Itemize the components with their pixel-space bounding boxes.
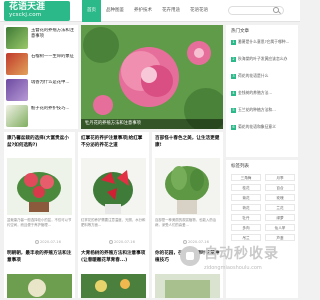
hot-article-title[interactable]: 菊花的花语和象征意义 — [238, 124, 276, 129]
sidebar-item-title: 瑞香为什么是花中... — [31, 80, 70, 85]
article-summary: 盆栽康乃馨一般选择较小的盆，不仅可以节约空间，而且便于养护管理... — [7, 218, 72, 227]
hot-article-item[interactable]: 6 菊花的花语和象征意义 — [231, 124, 295, 130]
article-image[interactable] — [81, 274, 146, 298]
article-image[interactable] — [7, 158, 72, 215]
peony-image — [81, 25, 223, 129]
article-card[interactable]: 康乃馨盆栽的选择(大富贵盆小盆?如何选购?) 盆栽康乃馨一般选择较小的盆，不仅可… — [4, 132, 75, 298]
hero-caption[interactable]: 牡丹花的养殖方法和注意事项 — [81, 119, 223, 129]
site-header: 花语天涯 ycsckj.com 首页 品种图鉴 养护技术 花卉用途 花语花语 — [0, 0, 300, 22]
article-image[interactable] — [155, 158, 220, 215]
article-title[interactable]: 百部怪十春色之美，让生活更健康! — [155, 135, 220, 157]
sidebar-item-title: 石榴树——生命的象征 — [31, 54, 74, 59]
sidebar-thumb — [6, 79, 28, 101]
sidebar-item-title: 栀子花的养护技巧... — [31, 106, 70, 111]
sidebar-item[interactable]: 石榴树——生命的象征 — [6, 51, 76, 77]
article-date: 2020-07-16 — [114, 240, 135, 244]
hot-article-title[interactable]: 秋海棠的叶子发黄应该怎么办 — [238, 56, 287, 61]
tag-item[interactable]: 三角梅 — [231, 174, 261, 181]
tag-item[interactable]: 百合 — [265, 184, 295, 191]
article-summary: 红掌花的养护需要注意温度、光照、水分和肥料等方面... — [81, 218, 146, 227]
hot-article-title[interactable]: 番薯是什么意思?它属于哪种... — [238, 39, 289, 44]
clock-icon — [109, 240, 113, 244]
logo-subtext: ycsckj.com — [9, 12, 42, 18]
hot-article-title[interactable]: 荷花的花语是什么 — [238, 73, 268, 78]
watermark: 自动秒收录 zidongmiaoshoulu.com — [180, 240, 300, 285]
article-title[interactable]: 大青杨树的养殖方法和注意事项(让春暖雕花草青春...) — [81, 250, 146, 272]
site-logo[interactable]: 花语天涯 ycsckj.com — [4, 1, 70, 21]
tag-item[interactable]: 玫瑰 — [265, 194, 295, 201]
tag-item[interactable]: 月季 — [265, 174, 295, 181]
sidebar-list: 玉簪花的养殖方法和注意事项 石榴树——生命的象征 瑞香为什么是花中... 栀子花… — [4, 25, 78, 129]
nav-item-uses[interactable]: 花卉用途 — [157, 0, 185, 22]
rank-badge: 4 — [231, 91, 236, 96]
tag-item[interactable]: 荷花 — [231, 204, 261, 211]
hot-article-title[interactable]: 金钱树的养殖方法... — [238, 90, 272, 95]
nav-item-varieties[interactable]: 品种图鉴 — [101, 0, 129, 22]
clock-icon — [35, 240, 39, 244]
hot-articles-panel: 热门文章 1 番薯是什么意思?它属于哪种... 2 秋海棠的叶子发黄应该怎么办 3荷… — [226, 25, 298, 157]
hot-article-item[interactable]: 2 秋海棠的叶子发黄应该怎么办 — [231, 56, 295, 62]
search-icon[interactable] — [273, 7, 279, 13]
article-summary: 百部是一种美丽的观赏植物，也能入药治病，深受人们的喜爱... — [155, 218, 217, 227]
rank-badge: 6 — [231, 125, 236, 130]
tag-item[interactable]: 绿萝 — [265, 214, 295, 221]
tag-item[interactable]: 菊花 — [231, 194, 261, 201]
watermark-subtext: zidongmiaoshoulu.com — [204, 265, 262, 271]
article-date: 2020-07-16 — [40, 240, 61, 244]
article-title[interactable]: 康乃馨盆栽的选择(大富贵盆小盆?如何选购?) — [7, 135, 72, 157]
hot-article-item[interactable]: 1 番薯是什么意思?它属于哪种... — [231, 39, 295, 45]
main-nav: 首页 品种图鉴 养护技术 花卉用途 花语花语 — [82, 0, 213, 22]
tags-heading: 标签列表 — [231, 164, 249, 169]
sidebar-item[interactable]: 瑞香为什么是花中... — [6, 77, 76, 103]
article-title[interactable]: 红掌花的养护注意事项|给红掌不分泌的养花之道 — [81, 135, 146, 157]
hot-article-title[interactable]: 玉兰花的种植方法和... — [238, 107, 276, 112]
sidebar-item-title: 玉簪花的养殖方法和注意事项 — [31, 28, 74, 39]
nav-item-language[interactable]: 花语花语 — [185, 0, 213, 22]
watermark-icon — [180, 246, 200, 266]
watermark-text: 自动秒收录 — [204, 246, 279, 262]
hero-banner[interactable]: 牡丹花的养殖方法和注意事项 — [81, 25, 223, 129]
sidebar-thumb — [6, 53, 28, 75]
sidebar-thumb — [6, 105, 28, 127]
hot-articles-heading: 热门文章 — [231, 29, 249, 34]
hot-article-item[interactable]: 4 金钱树的养殖方法... — [231, 90, 295, 96]
nav-item-home[interactable]: 首页 — [82, 0, 101, 22]
hot-article-item[interactable]: 5 玉兰花的种植方法和... — [231, 107, 295, 113]
tag-item[interactable]: 兰花 — [265, 204, 295, 211]
sidebar-item[interactable]: 栀子花的养护技巧... — [6, 103, 76, 129]
hot-article-item[interactable]: 3 荷花的花语是什么 — [231, 73, 295, 79]
article-image[interactable] — [7, 274, 72, 298]
rank-badge: 5 — [231, 108, 236, 113]
logo-text: 花语天涯 — [9, 2, 46, 12]
nav-item-care[interactable]: 养护技术 — [129, 0, 157, 22]
rank-badge: 2 — [231, 57, 236, 62]
tag-item[interactable]: 牡丹 — [231, 214, 261, 221]
article-title[interactable]: 明朝朝，最丰收的养殖方法和注意事项 — [7, 250, 72, 272]
sidebar-item[interactable]: 玉簪花的养殖方法和注意事项 — [6, 25, 76, 51]
article-card[interactable]: 红掌花的养护注意事项|给红掌不分泌的养花之道 红掌花的养护需要注意温度、光照、水… — [78, 132, 149, 298]
rank-badge: 3 — [231, 74, 236, 79]
rank-badge: 1 — [231, 40, 236, 45]
article-image[interactable] — [81, 158, 146, 215]
tag-item[interactable]: 多肉 — [231, 224, 261, 231]
tag-item[interactable]: 仙人掌 — [265, 224, 295, 231]
tag-item[interactable]: 桂花 — [231, 184, 261, 191]
sidebar-thumb — [6, 27, 28, 49]
